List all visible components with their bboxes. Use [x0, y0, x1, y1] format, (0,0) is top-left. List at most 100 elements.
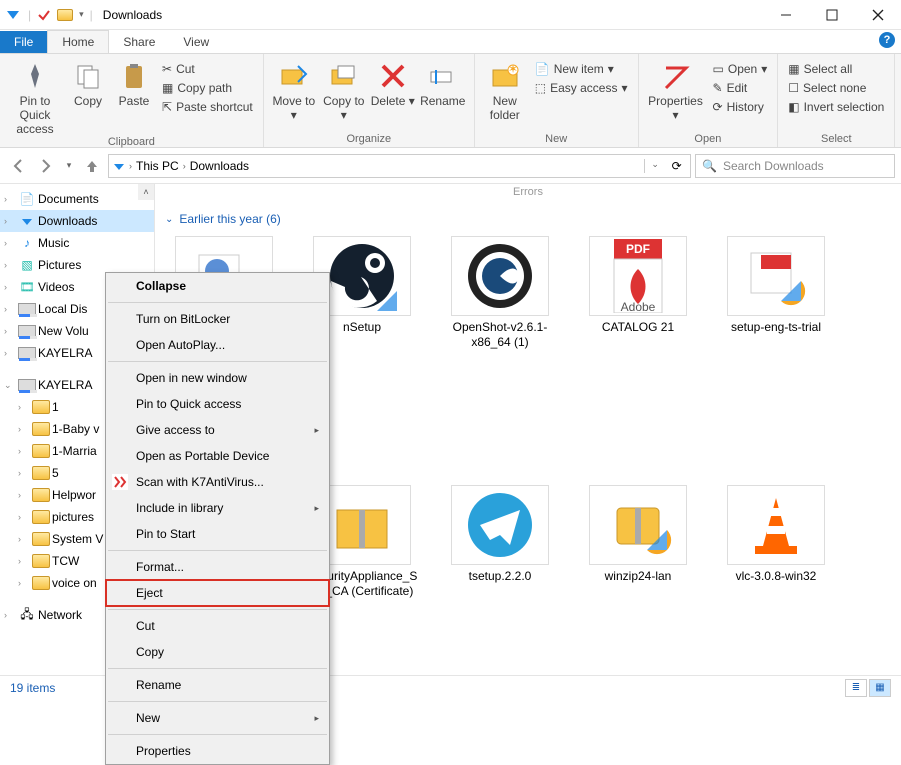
- ctx-open-new-window[interactable]: Open in new window: [106, 365, 329, 391]
- file-item[interactable]: setup-eng-ts-trial: [717, 236, 835, 350]
- file-item[interactable]: OpenShot-v2.6.1-x86_64 (1): [441, 236, 559, 350]
- copy-button[interactable]: Copy: [66, 56, 110, 108]
- ctx-pin-quick-access[interactable]: Pin to Quick access: [106, 391, 329, 417]
- ctx-format[interactable]: Format...: [106, 554, 329, 580]
- ctx-include-library[interactable]: Include in library▸: [106, 495, 329, 521]
- forward-button[interactable]: [34, 154, 58, 178]
- file-item[interactable]: winzip24-lan: [579, 485, 697, 599]
- group-header[interactable]: ⌄ Earlier this year (6): [165, 204, 891, 236]
- new-item-button[interactable]: 📄New item ▾: [531, 60, 632, 78]
- tree-scroll-up[interactable]: ˄: [138, 184, 154, 200]
- maximize-button[interactable]: [809, 0, 855, 30]
- refresh-icon[interactable]: ⟳: [672, 159, 682, 173]
- tab-share[interactable]: Share: [109, 31, 169, 53]
- expand-icon[interactable]: ›: [4, 610, 16, 620]
- easy-access-button[interactable]: ⬚Easy access ▾: [531, 79, 632, 97]
- edit-button[interactable]: ✎Edit: [709, 79, 772, 97]
- expand-icon[interactable]: ›: [4, 216, 16, 226]
- copy-to-button[interactable]: Copy to ▾: [320, 56, 368, 122]
- expand-icon[interactable]: ›: [18, 578, 30, 588]
- search-input[interactable]: 🔍 Search Downloads: [695, 154, 895, 178]
- help-icon[interactable]: ?: [879, 32, 895, 48]
- close-button[interactable]: [855, 0, 901, 30]
- open-button[interactable]: ▭Open ▾: [709, 60, 772, 78]
- ctx-properties[interactable]: Properties: [106, 738, 329, 764]
- down-arrow-icon[interactable]: [4, 6, 22, 24]
- tree-node[interactable]: ›📄Documents: [0, 188, 154, 210]
- ctx-portable-device[interactable]: Open as Portable Device: [106, 443, 329, 469]
- qat-folder-icon[interactable]: [57, 9, 73, 21]
- expand-icon[interactable]: ›: [4, 194, 16, 204]
- new-folder-button[interactable]: ✶ New folder: [481, 56, 529, 122]
- folder-icon: [32, 422, 50, 436]
- open-icon: ▭: [713, 62, 724, 76]
- ribbon-group-open: Properties ▾ ▭Open ▾ ✎Edit ⟳History Open: [639, 54, 779, 147]
- rename-button[interactable]: Rename: [418, 56, 468, 108]
- up-button[interactable]: [80, 154, 104, 178]
- minimize-button[interactable]: [763, 0, 809, 30]
- cut-button[interactable]: ✂Cut: [158, 60, 257, 78]
- ctx-give-access[interactable]: Give access to▸: [106, 417, 329, 443]
- breadcrumb-seg[interactable]: Downloads: [188, 159, 251, 173]
- ctx-collapse[interactable]: Collapse: [106, 273, 329, 299]
- tab-home[interactable]: Home: [47, 30, 109, 53]
- expand-icon[interactable]: ›: [18, 534, 30, 544]
- ctx-autoplay[interactable]: Open AutoPlay...: [106, 332, 329, 358]
- back-button[interactable]: [6, 154, 30, 178]
- expand-icon[interactable]: ›: [18, 424, 30, 434]
- expand-icon[interactable]: ›: [18, 490, 30, 500]
- properties-button[interactable]: Properties ▾: [645, 56, 707, 122]
- select-none-button[interactable]: ☐Select none: [784, 79, 888, 97]
- expand-icon[interactable]: ›: [18, 556, 30, 566]
- copy-path-button[interactable]: ▦Copy path: [158, 79, 257, 97]
- file-item[interactable]: tsetup.2.2.0: [441, 485, 559, 599]
- expand-icon[interactable]: ›: [18, 512, 30, 522]
- pin-to-quick-access-button[interactable]: Pin to Quick access: [6, 56, 64, 136]
- tab-view[interactable]: View: [169, 31, 223, 53]
- file-item[interactable]: vlc-3.0.8-win32: [717, 485, 835, 599]
- folder-icon: [32, 444, 50, 458]
- expand-icon[interactable]: ›: [4, 348, 16, 358]
- invert-selection-button[interactable]: ◧Invert selection: [784, 98, 888, 116]
- address-dropdown-icon[interactable]: ⌄: [651, 159, 659, 173]
- chevron-down-icon[interactable]: ⌄: [165, 214, 173, 225]
- expand-icon[interactable]: ›: [4, 326, 16, 336]
- qat-check-icon[interactable]: [37, 8, 51, 22]
- recent-button[interactable]: ▾: [62, 154, 76, 178]
- ctx-bitlocker[interactable]: Turn on BitLocker: [106, 306, 329, 332]
- qat-dropdown-icon[interactable]: ▾: [79, 9, 84, 20]
- history-button[interactable]: ⟳History: [709, 98, 772, 116]
- expand-icon[interactable]: ›: [4, 304, 16, 314]
- view-icons-button[interactable]: ▦: [869, 679, 891, 697]
- expand-icon[interactable]: ›: [18, 402, 30, 412]
- chevron-right-icon[interactable]: ›: [183, 161, 186, 171]
- select-all-button[interactable]: ▦Select all: [784, 60, 888, 78]
- ctx-scan-k7[interactable]: Scan with K7AntiVirus...: [106, 469, 329, 495]
- breadcrumb-seg[interactable]: This PC: [134, 159, 181, 173]
- view-details-button[interactable]: ≣: [845, 679, 867, 697]
- paste-button[interactable]: Paste: [112, 56, 156, 108]
- ctx-rename[interactable]: Rename: [106, 672, 329, 698]
- delete-button[interactable]: Delete ▾: [370, 56, 416, 108]
- ctx-pin-start[interactable]: Pin to Start: [106, 521, 329, 547]
- address-bar[interactable]: › This PC › Downloads ⌄ ⟳: [108, 154, 691, 178]
- ctx-cut[interactable]: Cut: [106, 613, 329, 639]
- expand-icon[interactable]: ›: [4, 282, 16, 292]
- file-item[interactable]: PDFAdobeCATALOG 21: [579, 236, 697, 350]
- expand-icon[interactable]: ›: [4, 238, 16, 248]
- tab-file[interactable]: File: [0, 31, 47, 53]
- ctx-eject[interactable]: Eject: [106, 580, 329, 606]
- tree-node[interactable]: ›Downloads: [0, 210, 154, 232]
- collapse-icon[interactable]: ⌄: [4, 380, 16, 391]
- paste-shortcut-button[interactable]: ⇱Paste shortcut: [158, 98, 257, 116]
- chevron-right-icon[interactable]: ›: [129, 161, 132, 171]
- expand-icon[interactable]: ›: [18, 446, 30, 456]
- tree-node[interactable]: ›♪Music: [0, 232, 154, 254]
- expand-icon[interactable]: ›: [18, 468, 30, 478]
- ctx-new[interactable]: New▸: [106, 705, 329, 731]
- title-bar: | ▾ | Downloads: [0, 0, 901, 30]
- expand-icon[interactable]: ›: [4, 260, 16, 270]
- folder-icon: [32, 400, 50, 414]
- ctx-copy[interactable]: Copy: [106, 639, 329, 665]
- move-to-button[interactable]: Move to ▾: [270, 56, 318, 122]
